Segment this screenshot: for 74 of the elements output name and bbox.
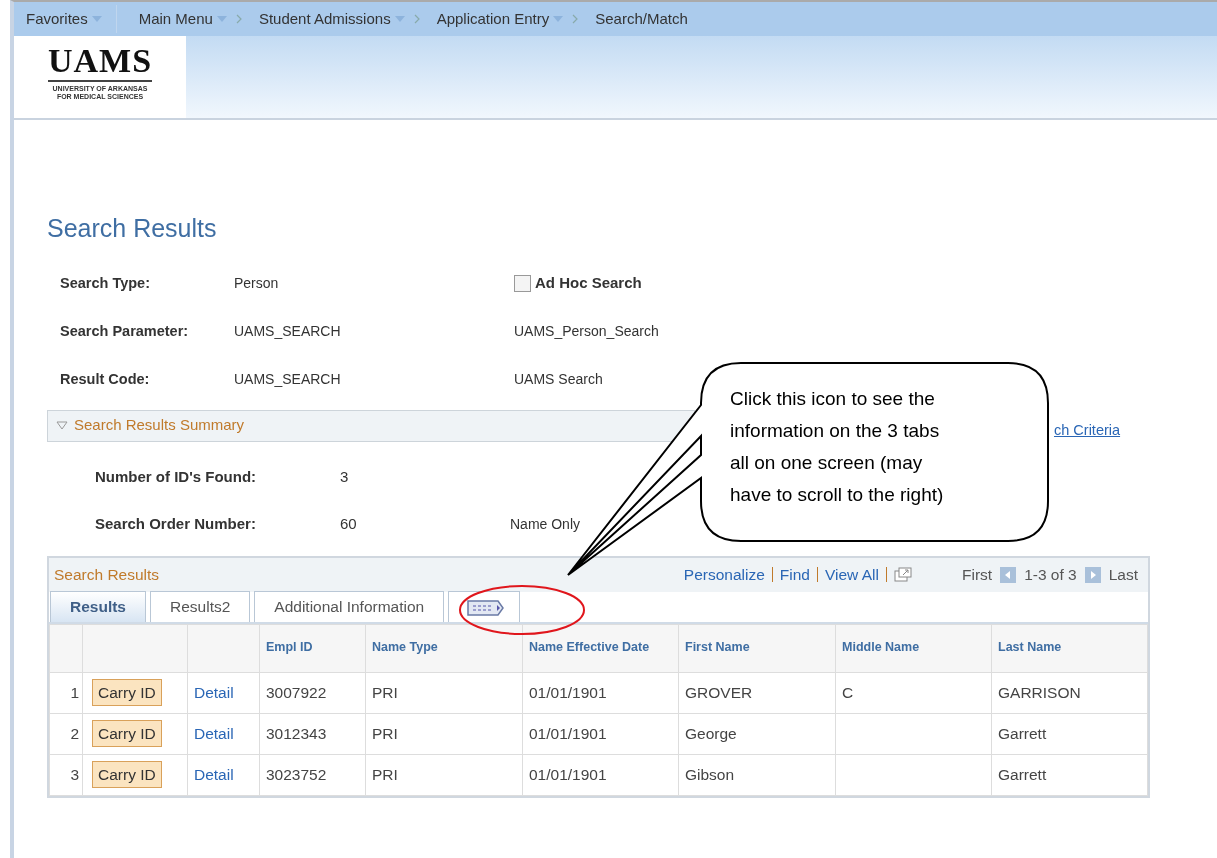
field-label: Search Parameter:: [60, 321, 190, 341]
table-cell: 3012343: [259, 713, 366, 754]
next-icon[interactable]: [1084, 566, 1101, 583]
triangle-icon: [56, 421, 68, 430]
chevron-icon: [571, 14, 580, 24]
summary-value: 60: [340, 513, 358, 534]
field-value: UAMS_SEARCH: [234, 370, 342, 389]
row-number: 1: [49, 672, 83, 713]
pager-range: 1-3 of 3: [1024, 564, 1077, 585]
field-description: UAMS_Person_Search: [514, 322, 659, 341]
table-cell: 01/01/1901: [522, 713, 679, 754]
table-cell: George: [678, 713, 836, 754]
show-all-tab[interactable]: [448, 591, 521, 622]
table-cell: C: [835, 672, 992, 713]
grid-view-icon: [467, 599, 506, 618]
summary-label: Number of ID's Found:: [95, 466, 258, 487]
row-number: 3: [49, 754, 83, 795]
table-cell: 01/01/1901: [522, 754, 679, 795]
table-cell: 3007922: [259, 672, 366, 713]
caret-icon: [216, 16, 227, 22]
nav-menu-item[interactable]: Search/Match: [563, 7, 688, 31]
grid-link[interactable]: Find: [779, 562, 810, 587]
logo-wordmark: UAMS: [47, 44, 153, 82]
column-header: First Name: [678, 624, 836, 672]
ad-hoc-checkbox[interactable]: Ad Hoc Search: [514, 272, 642, 295]
nav-menu-item[interactable]: Student Admissions: [226, 7, 405, 31]
carry-id-button[interactable]: Carry ID: [92, 760, 162, 789]
tab[interactable]: Additional Information: [254, 591, 445, 622]
carry-id-button[interactable]: Carry ID: [92, 678, 162, 707]
tab[interactable]: Results: [50, 591, 146, 622]
table-cell: Garrett: [991, 754, 1148, 795]
column-header: Empl ID: [259, 624, 366, 672]
pager-first[interactable]: First: [962, 562, 993, 587]
grid-title: Search Results: [54, 564, 160, 585]
caret-icon: [553, 16, 564, 22]
summary-value: 3: [340, 466, 350, 487]
previous-icon[interactable]: [1000, 566, 1017, 583]
table-cell: 01/01/1901: [522, 672, 679, 713]
table-cell: PRI: [365, 754, 523, 795]
summary-label: Search Order Number:: [95, 513, 257, 534]
summary-note: Name Only: [510, 514, 581, 534]
table-cell: GROVER: [678, 672, 836, 713]
table-cell: 3023752: [259, 754, 366, 795]
row-number: 2: [49, 713, 83, 754]
table-cell: PRI: [365, 713, 523, 754]
tab[interactable]: Results2: [150, 591, 251, 622]
field-value: Person: [234, 274, 280, 293]
table-cell: Gibson: [678, 754, 836, 795]
caret-icon: [394, 16, 405, 22]
chevron-icon: [234, 14, 243, 24]
nav-menu-item[interactable]: Main Menu: [138, 7, 227, 31]
column-header: Name Effective Date: [522, 624, 679, 672]
table-cell: PRI: [365, 672, 523, 713]
table-cell: GARRISON: [991, 672, 1148, 713]
grid-link[interactable]: Personalize: [683, 562, 765, 587]
pager-last[interactable]: Last: [1108, 562, 1138, 587]
column-header: Last Name: [991, 624, 1148, 672]
column-header: Name Type: [365, 624, 523, 672]
nav-menu-item[interactable]: Application Entry: [404, 7, 564, 31]
field-description: UAMS Search: [514, 370, 603, 389]
page-title: Search Results: [47, 213, 218, 244]
caret-icon: [91, 16, 102, 22]
new-window-icon[interactable]: [894, 566, 912, 583]
chevron-icon: [412, 14, 421, 24]
callout-text: Click this icon to see the information on the 3 tabs all on one screen (may have to scroll to the right): [730, 387, 944, 507]
column-header: Middle Name: [835, 624, 992, 672]
nav-menu-item[interactable]: Favorites: [26, 7, 102, 31]
carry-id-button[interactable]: Carry ID: [92, 719, 162, 748]
field-label: Result Code:: [60, 369, 151, 389]
search-criteria-link[interactable]: ch Criteria: [1054, 420, 1121, 442]
field-value: UAMS_SEARCH: [234, 322, 342, 341]
table-cell: Garrett: [991, 713, 1148, 754]
grid-link[interactable]: View All: [825, 562, 879, 587]
field-label: Search Type:: [60, 273, 151, 293]
